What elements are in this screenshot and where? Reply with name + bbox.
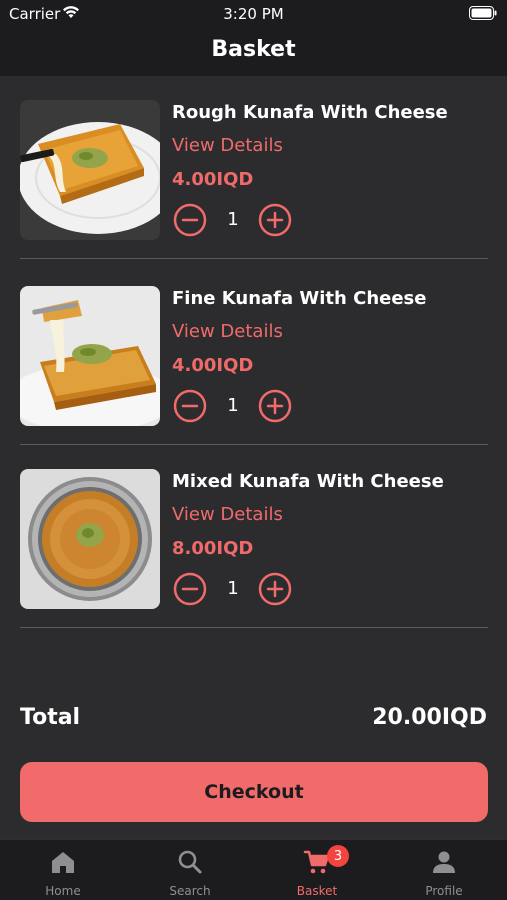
item-price: 4.00IQD (172, 169, 254, 190)
tab-bar: Home Search 3 Basket Profile (0, 839, 507, 900)
tab-basket[interactable]: 3 Basket (254, 840, 380, 900)
tab-search[interactable]: Search (127, 840, 253, 900)
search-icon (178, 850, 202, 874)
increase-quantity-button[interactable] (258, 203, 292, 237)
decrease-quantity-button[interactable] (173, 572, 207, 606)
tab-label: Search (169, 884, 211, 898)
home-icon (52, 852, 74, 873)
kunafa-slice-on-plate-image[interactable] (20, 100, 160, 240)
tab-label: Basket (296, 884, 338, 898)
view-details-link[interactable]: View Details (172, 504, 283, 525)
item-name: Mixed Kunafa With Cheese (172, 471, 444, 492)
increase-quantity-button[interactable] (258, 572, 292, 606)
total-label: Total (20, 705, 81, 730)
battery-icon (469, 6, 497, 20)
tab-home[interactable]: Home (0, 840, 126, 900)
page-title: Basket (211, 37, 296, 62)
checkout-button[interactable]: Checkout (20, 762, 488, 822)
quantity-value: 1 (227, 395, 239, 416)
item-name: Rough Kunafa With Cheese (172, 102, 448, 123)
increase-quantity-button[interactable] (258, 389, 292, 423)
person-icon (433, 851, 455, 873)
tab-label: Profile (425, 884, 463, 898)
kunafa-cheese-pull-image[interactable] (20, 286, 160, 426)
nav-bar: Basket (0, 30, 507, 76)
tab-profile[interactable]: Profile (381, 840, 507, 900)
tab-label: Home (45, 884, 81, 898)
view-details-link[interactable]: View Details (172, 135, 283, 156)
basket-item: Rough Kunafa With Cheese View Details 4.… (20, 76, 488, 259)
view-details-link[interactable]: View Details (172, 321, 283, 342)
item-price: 4.00IQD (172, 355, 254, 376)
item-price: 8.00IQD (172, 538, 254, 559)
checkout-label: Checkout (204, 781, 304, 803)
decrease-quantity-button[interactable] (173, 389, 207, 423)
item-divider (20, 627, 488, 628)
status-bar: Carrier 3:20 PM (0, 0, 507, 30)
item-name: Fine Kunafa With Cheese (172, 288, 427, 309)
quantity-value: 1 (227, 578, 239, 599)
basket-item: Mixed Kunafa With Cheese View Details 8.… (20, 445, 488, 628)
decrease-quantity-button[interactable] (173, 203, 207, 237)
basket-content: Rough Kunafa With Cheese View Details 4.… (0, 76, 507, 839)
status-time: 3:20 PM (223, 5, 284, 23)
total-value: 20.00IQD (372, 705, 487, 730)
kunafa-round-tray-image[interactable] (20, 469, 160, 609)
item-divider (20, 258, 488, 259)
quantity-value: 1 (227, 209, 239, 230)
cart-count-badge: 3 (327, 845, 349, 867)
basket-item: Fine Kunafa With Cheese View Details 4.0… (20, 262, 488, 445)
